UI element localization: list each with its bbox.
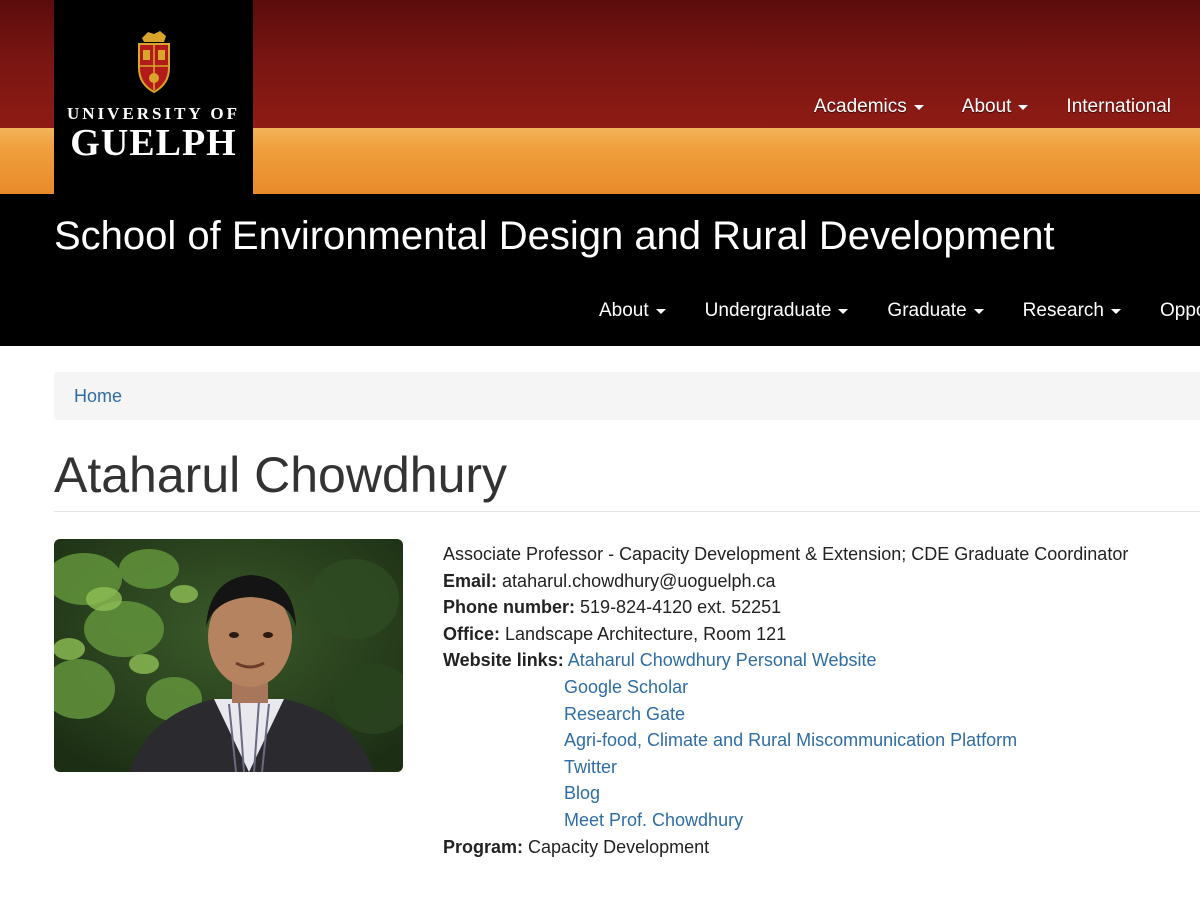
university-nav: Academics About International: [814, 96, 1171, 118]
title-divider: [54, 511, 1200, 512]
caret-down-icon: [838, 308, 849, 314]
dept-nav-research[interactable]: Research: [1023, 300, 1121, 322]
uni-nav-international[interactable]: International: [1066, 96, 1171, 118]
dept-nav-about-label: About: [599, 300, 649, 321]
logo-text-guelph: GUELPH: [70, 122, 237, 164]
university-header: UNIVERSITY OF GUELPH Academics About Int…: [0, 0, 1200, 194]
profile-phone-row: Phone number: 519-824-4120 ext. 52251: [443, 594, 1128, 621]
email-value: ataharul.chowdhury@uoguelph.ca: [502, 570, 776, 591]
program-label: Program:: [443, 836, 524, 857]
dept-nav-opportunities-label: Oppo: [1159, 300, 1200, 321]
profile-photo: [54, 539, 403, 772]
link-miscommunication-platform[interactable]: Agri-food, Climate and Rural Miscommunic…: [564, 730, 1017, 750]
profile-email-row: Email: ataharul.chowdhury@uoguelph.ca: [443, 568, 1128, 595]
link-row-google-scholar: Google Scholar: [443, 674, 1128, 701]
dept-nav-undergraduate-label: Undergraduate: [704, 300, 832, 321]
link-meet-prof[interactable]: Meet Prof. Chowdhury: [564, 810, 743, 830]
uni-nav-about[interactable]: About: [962, 96, 1029, 118]
email-label: Email:: [443, 570, 498, 591]
link-google-scholar[interactable]: Google Scholar: [564, 677, 688, 697]
phone-label: Phone number:: [443, 597, 576, 618]
dept-nav-research-label: Research: [1022, 300, 1104, 321]
link-row-meet: Meet Prof. Chowdhury: [443, 807, 1128, 834]
link-row-platform: Agri-food, Climate and Rural Miscommunic…: [443, 727, 1128, 754]
profile-position: Associate Professor - Capacity Developme…: [443, 544, 1129, 564]
uni-nav-academics-label: Academics: [813, 96, 907, 117]
link-personal-website[interactable]: Ataharul Chowdhury Personal Website: [568, 650, 877, 670]
caret-down-icon: [913, 104, 924, 110]
caret-down-icon: [973, 308, 984, 314]
program-value: Capacity Development: [528, 836, 710, 857]
university-logo[interactable]: UNIVERSITY OF GUELPH: [54, 0, 253, 194]
uni-nav-academics[interactable]: Academics: [814, 96, 924, 118]
office-label: Office:: [443, 623, 501, 644]
dept-nav-about[interactable]: About: [599, 300, 666, 322]
link-row-research-gate: Research Gate: [443, 701, 1128, 728]
links-label: Website links:: [443, 650, 564, 671]
department-nav: About Undergraduate Graduate Research Op…: [599, 300, 1200, 322]
link-twitter[interactable]: Twitter: [564, 757, 617, 777]
link-row-twitter: Twitter: [443, 754, 1128, 781]
crest-icon: [137, 31, 170, 94]
caret-down-icon: [1018, 104, 1029, 110]
dept-nav-graduate-label: Graduate: [887, 300, 967, 321]
department-title[interactable]: School of Environmental Design and Rural…: [54, 214, 1055, 259]
phone-value: 519-824-4120 ext. 52251: [580, 597, 782, 618]
page-title: Ataharul Chowdhury: [54, 447, 508, 503]
uni-nav-international-label: International: [1066, 96, 1171, 117]
link-research-gate[interactable]: Research Gate: [564, 704, 685, 724]
dept-nav-undergraduate[interactable]: Undergraduate: [705, 300, 849, 322]
profile-links-row: Website links: Ataharul Chowdhury Person…: [443, 647, 1128, 674]
office-value: Landscape Architecture, Room 121: [505, 623, 787, 644]
department-header: School of Environmental Design and Rural…: [0, 194, 1200, 346]
link-blog[interactable]: Blog: [564, 783, 600, 803]
caret-down-icon: [655, 308, 666, 314]
profile-program-row: Program: Capacity Development: [443, 834, 1128, 861]
dept-nav-graduate[interactable]: Graduate: [887, 300, 984, 322]
breadcrumb-home-link[interactable]: Home: [74, 386, 122, 407]
link-row-blog: Blog: [443, 780, 1128, 807]
profile-details: Associate Professor - Capacity Developme…: [443, 541, 1128, 860]
profile-office-row: Office: Landscape Architecture, Room 121: [443, 621, 1128, 648]
dept-nav-opportunities[interactable]: Oppo: [1160, 300, 1200, 322]
uni-nav-about-label: About: [961, 96, 1012, 117]
logo-text-university-of: UNIVERSITY OF: [67, 104, 240, 123]
caret-down-icon: [1110, 308, 1121, 314]
breadcrumb: Home: [54, 372, 1200, 420]
